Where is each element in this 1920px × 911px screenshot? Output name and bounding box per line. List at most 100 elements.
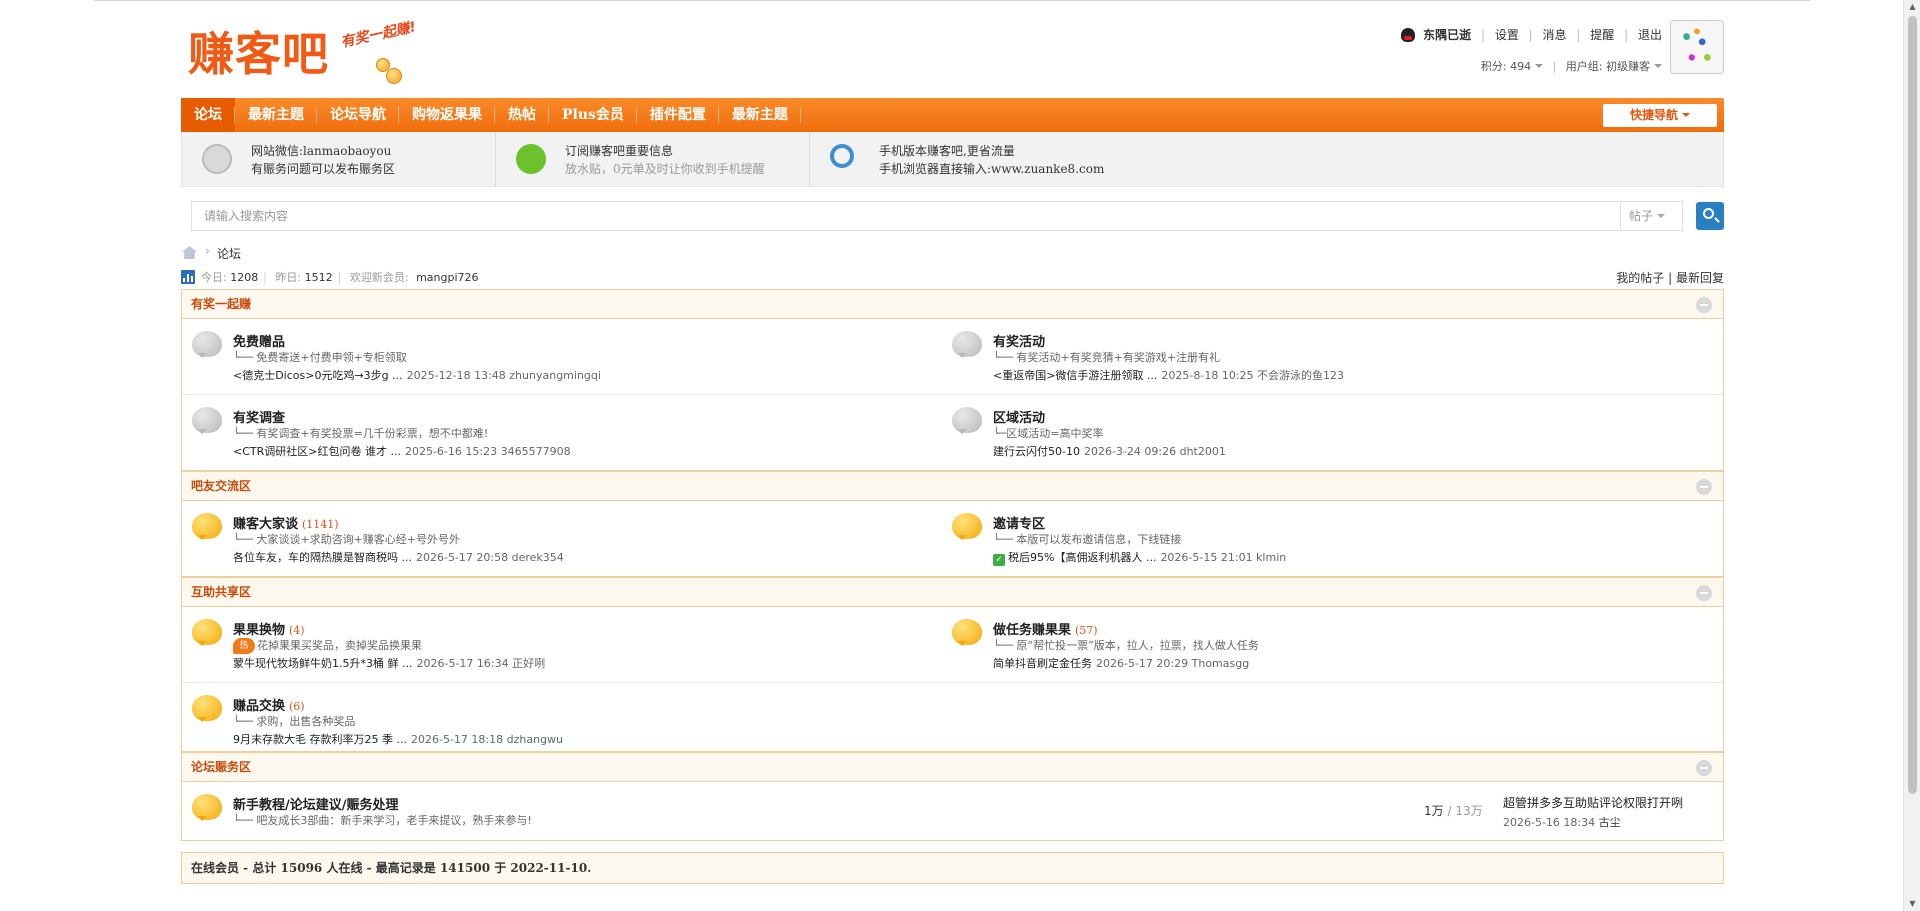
nav-forum-guide[interactable]: 论坛导航 bbox=[317, 98, 399, 132]
nav-plugin-config[interactable]: 插件配置 bbox=[637, 98, 719, 132]
last-post-link[interactable]: 税后95%【高佣返利机器人 ... bbox=[1008, 551, 1156, 564]
search-input[interactable]: 请输入搜索内容 帖子 bbox=[191, 201, 1683, 231]
last-post-meta: 2026-5-17 18:18 dzhangwu bbox=[410, 733, 563, 746]
forum-bubble-new-icon bbox=[192, 619, 222, 646]
scrollbar[interactable]: ▲ ▼ bbox=[1903, 0, 1920, 911]
forum-desc: └── 求购，出售各种奖品 bbox=[233, 715, 356, 728]
forum-name-link[interactable]: 有奖调查 bbox=[233, 411, 285, 426]
forum-desc: └── 有奖活动+有奖竞猜+有奖游戏+注册有礼 bbox=[993, 351, 1221, 364]
collapse-icon[interactable] bbox=[1696, 585, 1712, 601]
nav-hot-posts[interactable]: 热帖 bbox=[495, 98, 549, 132]
quick-nav-button[interactable]: 快捷导航 bbox=[1603, 104, 1717, 127]
collapse-icon[interactable] bbox=[1696, 479, 1712, 495]
forum-name-link[interactable]: 赚客大家谈 bbox=[233, 517, 298, 532]
section-service: 论坛赈务区 新手教程/论坛建议/赈务处理 └── 吧友成长3部曲：新手来学习，老… bbox=[181, 752, 1724, 841]
last-post-link[interactable]: <重返帝国>微信手游注册领取 ... bbox=[993, 369, 1157, 382]
forum-name-link[interactable]: 区域活动 bbox=[993, 411, 1045, 426]
notifications-link[interactable]: 提醒 bbox=[1590, 26, 1614, 43]
forum-desc: └── 本版可以发布邀请信息，下线链接 bbox=[993, 533, 1182, 546]
nav-plus-member[interactable]: Plus会员 bbox=[549, 98, 637, 132]
section-title[interactable]: 论坛赈务区 bbox=[191, 753, 251, 782]
forum-bubble-icon bbox=[952, 331, 982, 358]
chevron-down-icon bbox=[1654, 64, 1662, 72]
my-posts-link[interactable]: 我的帖子 bbox=[1616, 271, 1664, 285]
home-icon[interactable] bbox=[182, 246, 197, 259]
settings-link[interactable]: 设置 bbox=[1495, 26, 1519, 43]
checkmark-icon: ✓ bbox=[993, 554, 1005, 566]
chat-bubble-icon bbox=[202, 144, 232, 174]
forum-bubble-icon bbox=[192, 331, 222, 358]
username-link[interactable]: 东隅已逝 bbox=[1423, 26, 1471, 43]
forum-bubble-new-icon bbox=[952, 619, 982, 646]
breadcrumb-current[interactable]: 论坛 bbox=[217, 245, 241, 262]
section-header: 有奖一起赚 bbox=[182, 289, 1723, 319]
points-dropdown[interactable]: 积分: 494 bbox=[1481, 60, 1544, 73]
forum-name-link[interactable]: 有奖活动 bbox=[993, 335, 1045, 350]
forum-desc: └── 原“帮忙投一票”版本，拉人，拉票，找人做人任务 bbox=[993, 639, 1259, 652]
logout-link[interactable]: 退出 bbox=[1638, 26, 1662, 43]
last-post-user[interactable]: 古尘 bbox=[1599, 816, 1621, 829]
last-post-link[interactable]: 蒙牛现代牧场鲜牛奶1.5升*3桶 鲜 ... bbox=[233, 657, 412, 670]
forum-name-link[interactable]: 邀请专区 bbox=[993, 517, 1045, 532]
forum-exchange: 果果换物 (4) 热花掉果果买奖品，卖掉奖品换果果 蒙牛现代牧场鲜牛奶1.5升*3… bbox=[182, 607, 942, 682]
forum-row: 新手教程/论坛建议/赈务处理 └── 吧友成长3部曲：新手来学习，老手来提议，熟… bbox=[182, 782, 1723, 840]
forum-regional: 区域活动 └─区域活动=高中奖率 建行云闪付50-10 2026-3-24 09:… bbox=[942, 395, 1702, 470]
scroll-down-icon[interactable]: ▼ bbox=[1904, 897, 1920, 911]
section-header: 论坛赈务区 bbox=[182, 752, 1723, 782]
forum-name-link[interactable]: 果果换物 bbox=[233, 623, 285, 638]
forum-name-link[interactable]: 赚品交换 bbox=[233, 699, 285, 714]
avatar[interactable] bbox=[1670, 20, 1724, 74]
nav-forum[interactable]: 论坛 bbox=[181, 98, 235, 132]
section-mutual-help: 互助共享区 果果换物 (4) 热花掉果果买奖品，卖掉奖品换果果 蒙牛现代牧场鲜牛奶… bbox=[181, 577, 1724, 752]
last-post-link[interactable]: <德克士Dicos>0元吃鸡→3步g ... bbox=[233, 369, 403, 382]
last-post-link[interactable]: 超管拼多多互助贴评论权限打开咧 bbox=[1503, 796, 1683, 810]
post-count: 13万 bbox=[1455, 804, 1483, 818]
search-type-select[interactable]: 帖子 bbox=[1620, 202, 1682, 230]
nav-shopping-rebate[interactable]: 购物返果果 bbox=[399, 98, 495, 132]
user-meta: 积分: 494 | 用户组: 初级赚客 bbox=[1481, 58, 1662, 74]
forum-bubble-new-icon bbox=[192, 695, 222, 722]
new-post-count: (57) bbox=[1075, 624, 1098, 637]
section-title[interactable]: 互助共享区 bbox=[191, 578, 251, 607]
nav-latest-threads-2[interactable]: 最新主题 bbox=[719, 98, 801, 132]
qq-icon bbox=[1401, 27, 1416, 42]
last-post-meta: 2026-5-17 20:58 derek354 bbox=[416, 551, 564, 564]
last-post-link[interactable]: 建行云闪付50-10 bbox=[993, 445, 1080, 458]
usergroup-dropdown[interactable]: 用户组: 初级赚客 bbox=[1566, 60, 1662, 73]
last-post-date: 2026-5-16 18:34 bbox=[1503, 816, 1596, 829]
logo-slogan: 有奖一起赚! bbox=[339, 19, 418, 51]
online-summary[interactable]: 在线会员 - 总计 15096 人在线 - 最高记录是 141500 于 202… bbox=[191, 853, 591, 883]
site-logo[interactable]: 赚客吧 有奖一起赚! bbox=[188, 18, 438, 88]
yesterday-count: 1512 bbox=[304, 271, 333, 284]
stats-chart-icon bbox=[181, 270, 195, 284]
info-subscribe[interactable]: 订阅赚客吧重要信息 放水贴，0元单及时让你收到手机提醒 bbox=[496, 132, 810, 186]
forum-name-link[interactable]: 做任务赚果果 bbox=[993, 623, 1071, 638]
last-post-meta: 2026-5-15 21:01 klmin bbox=[1160, 551, 1287, 564]
section-header: 吧友交流区 bbox=[182, 471, 1723, 501]
header: 赚客吧 有奖一起赚! 东隅已逝 | 设置 | 消息 | 提醒 | 退出 积分: … bbox=[181, 0, 1724, 98]
nav-latest-threads[interactable]: 最新主题 bbox=[235, 98, 317, 132]
scrollbar-thumb[interactable] bbox=[1908, 16, 1917, 794]
last-post-meta: 2026-3-24 09:26 dht2001 bbox=[1083, 445, 1226, 458]
breadcrumb: › 论坛 bbox=[181, 243, 1724, 263]
search-button[interactable] bbox=[1696, 202, 1724, 230]
last-post-meta: 2026-5-17 16:34 正好咧 bbox=[416, 657, 546, 670]
new-member-link[interactable]: mangpi726 bbox=[416, 271, 478, 284]
section-title[interactable]: 有奖一起赚 bbox=[191, 290, 251, 319]
last-post-link[interactable]: <CTR调研社区>红包问卷 谁才 ... bbox=[233, 445, 401, 458]
new-post-count: (1141) bbox=[302, 518, 339, 531]
forum-name-link[interactable]: 新手教程/论坛建议/赈务处理 bbox=[233, 798, 399, 813]
last-post-link[interactable]: 各位车友，车的隔热膜是智商税吗 ... bbox=[233, 551, 412, 564]
last-post-link[interactable]: 简单抖音刷定金任务 bbox=[993, 657, 1092, 670]
scroll-up-icon[interactable]: ▲ bbox=[1904, 0, 1920, 14]
latest-replies-link[interactable]: 最新回复 bbox=[1676, 271, 1724, 285]
forum-row: 赚品交换 (6) └── 求购，出售各种奖品 9月末存款大毛 存款利率万25 季 … bbox=[182, 683, 1723, 751]
collapse-icon[interactable] bbox=[1696, 297, 1712, 313]
messages-link[interactable]: 消息 bbox=[1543, 26, 1567, 43]
collapse-icon[interactable] bbox=[1696, 760, 1712, 776]
section-title[interactable]: 吧友交流区 bbox=[191, 472, 251, 501]
last-post-link[interactable]: 9月末存款大毛 存款利率万25 季 ... bbox=[233, 733, 407, 746]
forum-name-link[interactable]: 免费赠品 bbox=[233, 335, 285, 350]
forum-desc: └── 免费寄送+付费申领+专柜领取 bbox=[233, 351, 407, 364]
new-post-count: (4) bbox=[289, 624, 305, 637]
